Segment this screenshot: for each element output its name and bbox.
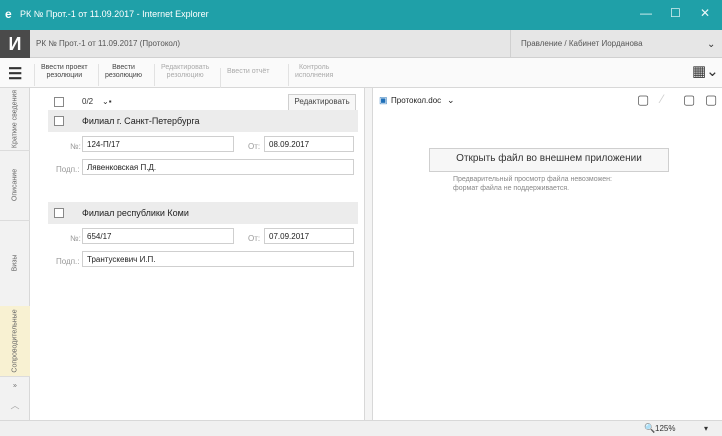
copy-file-icon[interactable]: ▢	[705, 92, 717, 108]
sidebar: Краткие сведения Описание Визы Сопроводи…	[0, 88, 30, 420]
tab-label: »	[13, 382, 17, 390]
zoom-dropdown-icon[interactable]: ▾	[704, 424, 708, 433]
toolbar: ☰ Ввести проект резолюции Ввести резолюц…	[0, 58, 722, 90]
enter-resolution-button[interactable]: Ввести резолюцию	[98, 64, 148, 86]
chevron-down-icon: ⌄	[707, 39, 716, 50]
status-bar: 🔍 125% ▾	[0, 420, 722, 436]
apps-grid-icon[interactable]: ▦⌄	[692, 62, 719, 80]
number-label: №:	[70, 234, 81, 243]
button-label: исполнения	[295, 72, 334, 79]
tab-label: Визы	[11, 254, 19, 272]
addressees-list: 0/2 ⌄▪ Редактировать Филиал г. Санкт-Пет…	[30, 88, 364, 420]
button-label: резолюции	[46, 72, 83, 79]
window-title: РК № Прот.-1 от 11.09.2017 - Internet Ex…	[20, 9, 209, 19]
preview-unavailable-note: формат файла не поддерживается.	[453, 185, 570, 192]
app-header: И РК № Прот.-1 от 11.09.2017 (Протокол) …	[0, 30, 722, 58]
more-tabs-button[interactable]: »	[0, 376, 30, 396]
signer-label: Подп.:	[56, 257, 80, 266]
edit-file-icon: ⁄	[661, 92, 664, 106]
date-field[interactable]: 07.09.2017	[264, 228, 354, 244]
button-label: резолюцию	[105, 72, 143, 79]
zoom-level[interactable]: 125%	[655, 424, 675, 433]
tab-description[interactable]: Описание	[0, 150, 30, 221]
collapse-up-icon[interactable]: ︿	[0, 396, 30, 414]
button-label: Контроль	[298, 64, 330, 71]
minimize-button[interactable]: —	[640, 6, 652, 20]
date-label: От:	[248, 142, 261, 151]
item-name: Филиал г. Санкт-Петербурга	[82, 116, 200, 126]
add-file-icon[interactable]: ▢	[637, 92, 649, 108]
signer-field[interactable]: Трантускевич И.П.	[82, 251, 354, 267]
maximize-button[interactable]: ☐	[670, 6, 681, 20]
preview-unavailable-note: Предварительный просмотр файла невозможе…	[453, 176, 612, 183]
window-titlebar: e РК № Прот.-1 от 11.09.2017 - Internet …	[0, 0, 722, 30]
button-label: резолюцию	[166, 72, 204, 79]
word-file-icon: ▣	[379, 95, 388, 105]
file-selector[interactable]: Протокол.doc	[391, 96, 441, 105]
tab-label: Краткие сведения	[11, 89, 19, 149]
open-file-icon[interactable]: ▢	[683, 92, 695, 108]
number-field[interactable]: 654/17	[82, 228, 234, 244]
item-name: Филиал республики Коми	[82, 208, 189, 218]
close-button[interactable]: ✕	[700, 6, 710, 20]
enter-draft-resolution-button[interactable]: Ввести проект резолюции	[34, 64, 94, 86]
date-label: От:	[248, 234, 261, 243]
selection-counter: 0/2	[82, 97, 94, 106]
item-checkbox[interactable]	[54, 116, 64, 126]
file-preview-pane: ▣ Протокол.doc ⌄ ▢ ⁄ ▢ ▢ Открыть файл во…	[373, 88, 722, 420]
user-selector[interactable]: Правление / Кабинет Иорданова ⌄	[510, 30, 722, 58]
button-label: Ввести	[112, 64, 135, 71]
edit-resolution-button[interactable]: Редактировать резолюцию	[154, 64, 215, 86]
button-label: Ввести проект	[41, 64, 88, 71]
zoom-icon: 🔍	[644, 423, 656, 433]
open-in-external-app-button[interactable]: Открыть файл во внешнем приложении	[429, 148, 669, 172]
tab-label: Сопроводительные	[11, 309, 19, 373]
select-all-checkbox[interactable]	[54, 97, 64, 107]
pane-splitter[interactable]	[364, 88, 373, 420]
menu-icon[interactable]: ☰	[8, 64, 22, 84]
tab-summary[interactable]: Краткие сведения	[0, 88, 30, 151]
tab-label: Описание	[11, 168, 19, 202]
date-field[interactable]: 08.09.2017	[264, 136, 354, 152]
document-title: РК № Прот.-1 от 11.09.2017 (Протокол)	[36, 39, 181, 48]
tab-accompanying[interactable]: Сопроводительные	[0, 306, 30, 377]
enter-report-button[interactable]: Ввести отчёт	[220, 68, 275, 90]
signer-field[interactable]: Лявенковская П.Д.	[82, 159, 354, 175]
ie-logo-icon: e	[5, 7, 12, 21]
item-checkbox[interactable]	[54, 208, 64, 218]
app-logo: И	[0, 30, 30, 58]
button-label: Редактировать	[161, 64, 210, 71]
tab-visas[interactable]: Визы	[0, 220, 30, 307]
execution-control-button[interactable]: Контроль исполнения	[288, 64, 339, 86]
number-field[interactable]: 124-П/17	[82, 136, 234, 152]
sort-chevron-icon[interactable]: ⌄▪	[102, 97, 112, 106]
signer-label: Подп.:	[56, 165, 80, 174]
number-label: №:	[70, 142, 81, 151]
user-name: Правление / Кабинет Иорданова	[521, 39, 643, 48]
chevron-down-icon[interactable]: ⌄	[447, 95, 455, 106]
button-label: Ввести отчёт	[227, 68, 270, 75]
